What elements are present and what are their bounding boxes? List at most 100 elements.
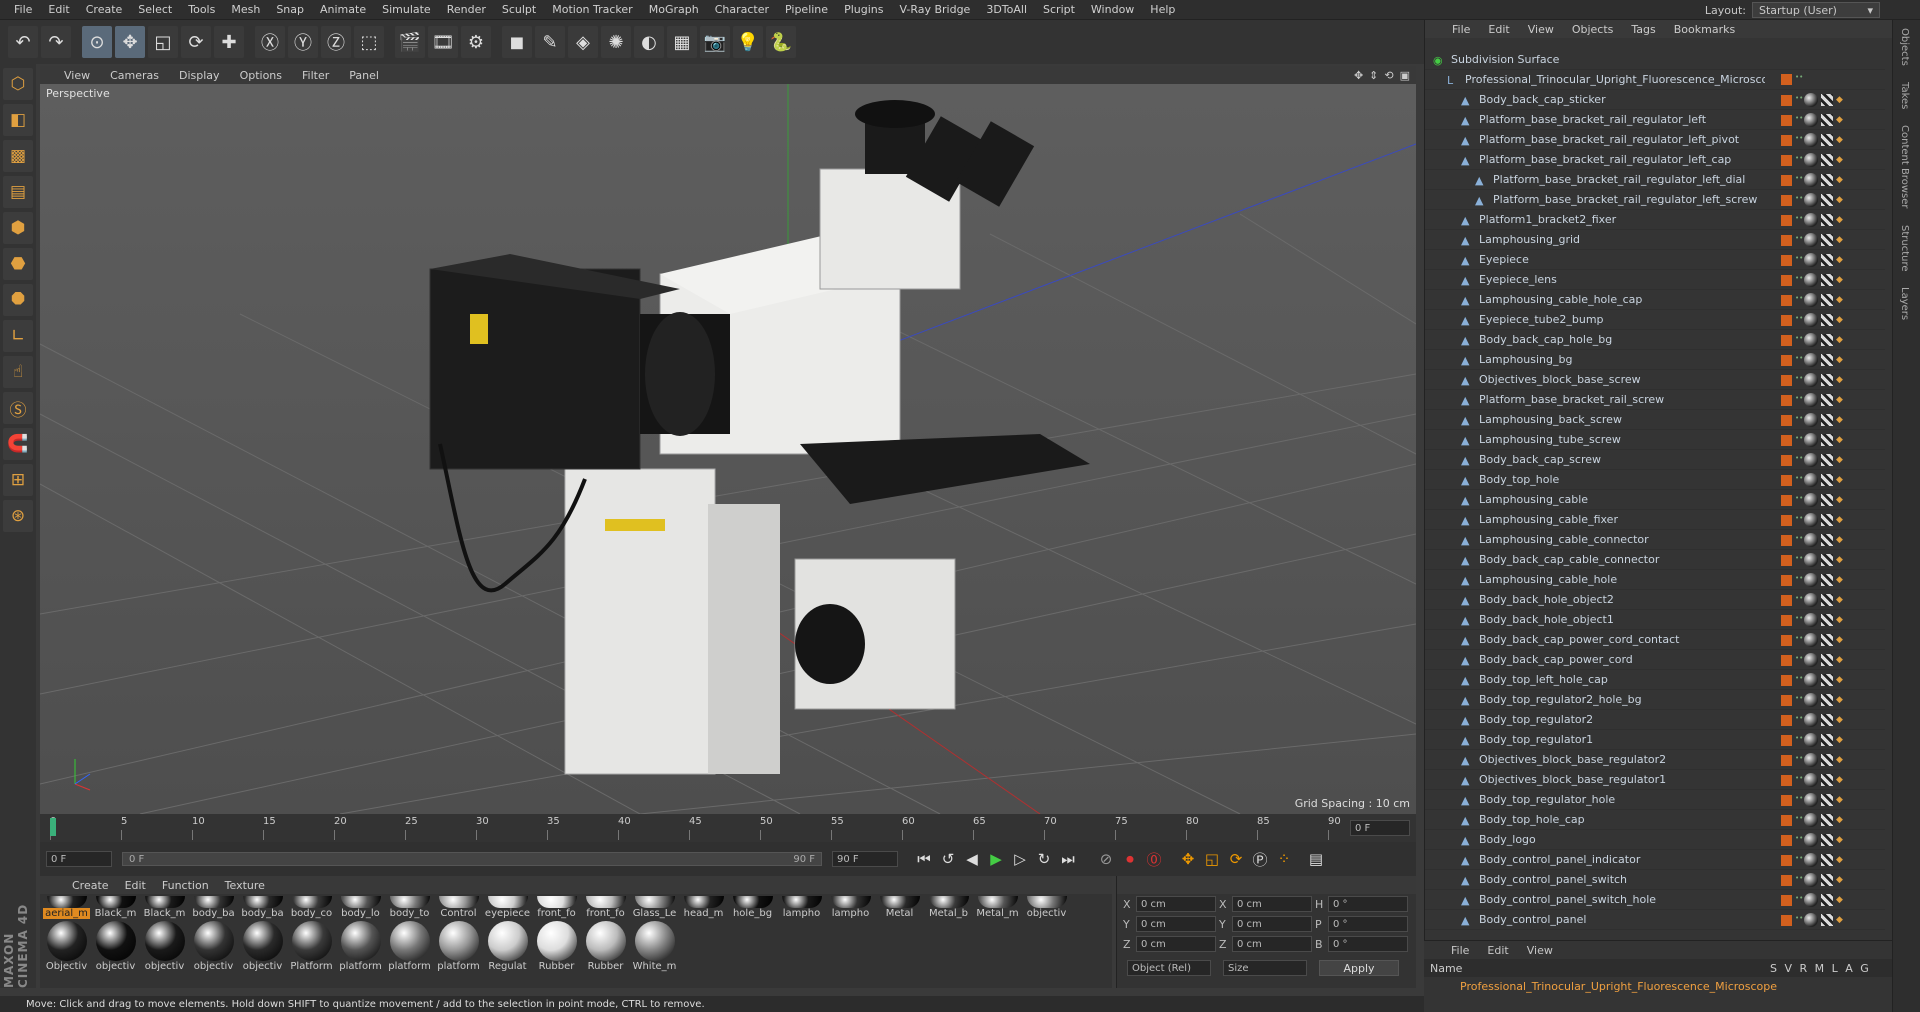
viewport-menu-filter[interactable]: Filter bbox=[292, 69, 339, 82]
layer-color-tag[interactable] bbox=[1781, 434, 1792, 446]
texture-tag[interactable] bbox=[1821, 794, 1833, 806]
material-swatch[interactable]: aerial_m bbox=[42, 894, 91, 919]
material-swatch[interactable]: Regulat bbox=[483, 919, 532, 972]
object-tree-row[interactable]: ▲ Body_back_cap_sticker •• ◆ bbox=[1425, 90, 1885, 110]
vray-tag-icon[interactable]: ◆ bbox=[1836, 335, 1846, 345]
visibility-dots-icon[interactable]: •• bbox=[1795, 674, 1803, 686]
material-tag[interactable] bbox=[1804, 493, 1818, 507]
object-tree-row[interactable]: ▲ Body_top_regulator_hole •• ◆ bbox=[1425, 790, 1885, 810]
object-tree-row[interactable]: ▲ Body_back_hole_object1 •• ◆ bbox=[1425, 610, 1885, 630]
material-tag[interactable] bbox=[1804, 693, 1818, 707]
texture-tag[interactable] bbox=[1821, 454, 1833, 466]
render-view-icon[interactable]: 🎬 bbox=[395, 26, 425, 58]
object-tree-row[interactable]: ▲ Body_back_hole_object2 •• ◆ bbox=[1425, 590, 1885, 610]
viewport-menu-view[interactable]: View bbox=[54, 69, 100, 82]
object-tree-row[interactable]: ▲ Objectives_block_base_screw •• ◆ bbox=[1425, 370, 1885, 390]
object-tree-row[interactable]: ▲ Lamphousing_bg •• ◆ bbox=[1425, 350, 1885, 370]
key-position-icon[interactable]: ✥ bbox=[1176, 847, 1200, 871]
layer-color-tag[interactable] bbox=[1781, 834, 1792, 846]
visibility-dots-icon[interactable]: •• bbox=[1795, 874, 1803, 886]
redo-icon[interactable]: ↷ bbox=[41, 26, 71, 58]
visibility-dots-icon[interactable]: •• bbox=[1795, 394, 1803, 406]
layer-color-tag[interactable] bbox=[1781, 174, 1792, 186]
material-swatch[interactable]: objectiv bbox=[140, 919, 189, 972]
object-tree-row[interactable]: ▲ Body_back_cap_power_cord •• ◆ bbox=[1425, 650, 1885, 670]
viewport-perspective[interactable]: Perspective Grid Spacing : 10 cm bbox=[40, 84, 1416, 814]
visibility-dots-icon[interactable]: •• bbox=[1795, 574, 1803, 586]
texture-tag[interactable] bbox=[1821, 514, 1833, 526]
vray-tag-icon[interactable]: ◆ bbox=[1836, 595, 1846, 605]
material-swatch[interactable]: body_ba bbox=[189, 894, 238, 919]
visibility-dots-icon[interactable]: •• bbox=[1795, 914, 1803, 926]
render-settings-icon[interactable]: ⚙ bbox=[461, 26, 491, 58]
zoom-icon[interactable]: ⇕ bbox=[1369, 69, 1378, 82]
texture-tag[interactable] bbox=[1821, 814, 1833, 826]
texture-tag[interactable] bbox=[1821, 554, 1833, 566]
texture-tag[interactable] bbox=[1821, 894, 1833, 906]
texture-tag[interactable] bbox=[1821, 354, 1833, 366]
maximize-icon[interactable]: ▣ bbox=[1400, 69, 1410, 82]
material-tag[interactable] bbox=[1804, 213, 1818, 227]
layer-color-tag[interactable] bbox=[1781, 73, 1792, 85]
material-swatch[interactable]: body_co bbox=[287, 894, 336, 919]
material-swatch[interactable]: Metal_b bbox=[924, 894, 973, 919]
material-tag[interactable] bbox=[1804, 353, 1818, 367]
material-menu-edit[interactable]: Edit bbox=[117, 879, 154, 892]
vray-tag-icon[interactable]: ◆ bbox=[1836, 395, 1846, 405]
end-frame-field[interactable]: 90 F bbox=[832, 851, 898, 867]
solo-icon[interactable]: Ⓢ bbox=[3, 392, 33, 424]
layer-color-tag[interactable] bbox=[1781, 214, 1792, 226]
apply-button[interactable]: Apply bbox=[1319, 960, 1399, 976]
layer-color-tag[interactable] bbox=[1781, 94, 1792, 106]
coord-size-select[interactable]: Size bbox=[1223, 960, 1307, 976]
object-tree-row[interactable]: ▲ Lamphousing_cable_fixer •• ◆ bbox=[1425, 510, 1885, 530]
side-tab-structure[interactable]: Structure bbox=[1893, 217, 1916, 280]
timeline-ruler[interactable]: 051015202530354045505560657075808590 0 F bbox=[40, 814, 1416, 842]
material-tag[interactable] bbox=[1804, 433, 1818, 447]
subdivision-icon[interactable]: ◈ bbox=[568, 26, 598, 58]
material-tag[interactable] bbox=[1804, 233, 1818, 247]
object-tree-row[interactable]: ▲ Body_top_hole_cap •• ◆ bbox=[1425, 810, 1885, 830]
layer-color-tag[interactable] bbox=[1781, 674, 1792, 686]
key-pla-icon[interactable]: ⁘ bbox=[1272, 847, 1296, 871]
texture-tag[interactable] bbox=[1821, 634, 1833, 646]
menu-simulate[interactable]: Simulate bbox=[374, 3, 439, 16]
layer-color-tag[interactable] bbox=[1781, 654, 1792, 666]
material-tag[interactable] bbox=[1804, 393, 1818, 407]
object-menu-view[interactable]: View bbox=[1519, 23, 1563, 36]
material-tag[interactable] bbox=[1804, 893, 1818, 907]
frame-end-field[interactable]: 0 F bbox=[1350, 820, 1410, 836]
goto-end-icon[interactable]: ⏭ bbox=[1056, 847, 1080, 871]
material-tag[interactable] bbox=[1804, 113, 1818, 127]
material-swatch[interactable]: Black_m bbox=[140, 894, 189, 919]
layer-color-tag[interactable] bbox=[1781, 594, 1792, 606]
visibility-dots-icon[interactable]: •• bbox=[1795, 334, 1803, 346]
texture-tag[interactable] bbox=[1821, 154, 1833, 166]
material-tag[interactable] bbox=[1804, 633, 1818, 647]
vray-tag-icon[interactable]: ◆ bbox=[1836, 715, 1846, 725]
texture-tag[interactable] bbox=[1821, 114, 1833, 126]
prev-frame-icon[interactable]: ◀ bbox=[960, 847, 984, 871]
visibility-dots-icon[interactable]: •• bbox=[1795, 73, 1803, 85]
rotate-icon[interactable]: ⟳ bbox=[181, 26, 211, 58]
material-swatch[interactable]: platform bbox=[385, 919, 434, 972]
object-tree-row[interactable]: ▲ Body_back_cap_hole_bg •• ◆ bbox=[1425, 330, 1885, 350]
layout-select[interactable]: Startup (User) ▾ bbox=[1752, 2, 1880, 18]
array-icon[interactable]: ✺ bbox=[601, 26, 631, 58]
object-tree-row[interactable]: ▲ Platform_base_bracket_rail_regulator_le… bbox=[1425, 170, 1885, 190]
add-object-icon[interactable]: ✚ bbox=[214, 26, 244, 58]
visibility-dots-icon[interactable]: •• bbox=[1795, 194, 1803, 206]
autokey-icon[interactable]: ⓪ bbox=[1142, 847, 1166, 871]
key-rotation-icon[interactable]: ⟳ bbox=[1224, 847, 1248, 871]
object-tree-row[interactable]: ▲ Body_top_hole •• ◆ bbox=[1425, 470, 1885, 490]
menu-create[interactable]: Create bbox=[78, 3, 131, 16]
rotation-p-field[interactable]: 0 ° bbox=[1328, 916, 1408, 932]
texture-tag[interactable] bbox=[1821, 414, 1833, 426]
visibility-dots-icon[interactable]: •• bbox=[1795, 374, 1803, 386]
texture-tag[interactable] bbox=[1821, 134, 1833, 146]
material-swatch[interactable]: lampho bbox=[777, 894, 826, 919]
vray-tag-icon[interactable]: ◆ bbox=[1836, 435, 1846, 445]
visibility-dots-icon[interactable]: •• bbox=[1795, 514, 1803, 526]
vray-tag-icon[interactable]: ◆ bbox=[1836, 115, 1846, 125]
vray-tag-icon[interactable]: ◆ bbox=[1836, 415, 1846, 425]
